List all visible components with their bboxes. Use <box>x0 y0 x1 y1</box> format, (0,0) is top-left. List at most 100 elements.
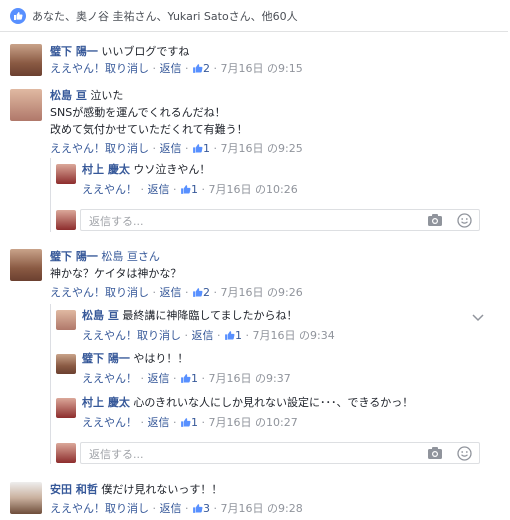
avatar[interactable] <box>56 310 76 330</box>
avatar[interactable] <box>10 44 42 76</box>
mention-link[interactable]: 松島 亘さん <box>101 250 160 263</box>
unlike-link[interactable]: 取り消し <box>137 329 181 342</box>
comment-timestamp[interactable]: 7月16日 の10:27 <box>209 416 298 429</box>
thumbs-up-icon[interactable] <box>180 183 191 200</box>
reply-link[interactable]: 返信 <box>160 62 182 75</box>
like-link[interactable]: ええやん！ <box>50 286 105 299</box>
comment-text: 心のきれいな人にしか見れない設定に･･･、できるかっ！ <box>133 396 414 409</box>
thumbs-up-icon[interactable] <box>224 329 235 346</box>
comment-actions: ええやん！ · 返信 · 1 · 7月16日 の9:37 <box>82 370 462 389</box>
thumbs-up-icon[interactable] <box>192 142 203 159</box>
avatar <box>56 443 76 463</box>
reply-link[interactable]: 返信 <box>148 372 170 385</box>
like-count[interactable]: 1 <box>191 183 198 196</box>
avatar[interactable] <box>10 482 42 514</box>
comment-author[interactable]: 松島 亘 <box>82 309 119 322</box>
thumbs-up-icon[interactable] <box>192 502 203 519</box>
like-count[interactable]: 1 <box>191 416 198 429</box>
comment-timestamp[interactable]: 7月16日 の9:37 <box>209 372 291 385</box>
reply-link[interactable]: 返信 <box>160 286 182 299</box>
comment-text: やはり！！ <box>133 352 189 365</box>
like-count[interactable]: 1 <box>203 142 210 155</box>
like-link[interactable]: ええやん！ <box>50 62 105 75</box>
comment-actions: ええやん！ · 返信 · 1 · 7月16日 の10:26 <box>82 181 482 200</box>
comment-actions: ええやん！取り消し · 返信 · 3 · 7月16日 の9:28 <box>50 500 490 519</box>
comment-timestamp[interactable]: 7月16日 の10:26 <box>209 183 298 196</box>
reply-link[interactable]: 返信 <box>148 183 170 196</box>
like-count[interactable]: 1 <box>235 329 242 342</box>
reply-input[interactable] <box>87 212 391 230</box>
reply-thread <box>50 158 51 232</box>
comment-author[interactable]: 璧下 陽一 <box>82 352 130 365</box>
comment-author[interactable]: 璧下 陽一 <box>50 45 98 58</box>
unlike-link[interactable]: 取り消し <box>105 142 149 155</box>
chevron-down-icon[interactable] <box>472 312 484 325</box>
comment-author[interactable]: 安田 和哲 <box>50 483 98 496</box>
camera-icon[interactable] <box>427 213 443 230</box>
comment-text: いいブログですね <box>101 45 190 58</box>
comment-text: 僕だけ見れないっす！！ <box>101 483 223 496</box>
unlike-link[interactable]: 取り消し <box>105 62 149 75</box>
comment-actions: ええやん！取り消し · 返信 · 2 · 7月16日 の9:26 <box>50 284 490 303</box>
comment: 璧下 陽一 松島 亘さん 神かな？ケイタは神かな？ ええやん！取り消し · 返信… <box>50 248 490 303</box>
avatar[interactable] <box>56 354 76 374</box>
comment-text: 神かな？ケイタは神かな？ <box>50 267 182 280</box>
avatar <box>56 210 76 230</box>
comment-author[interactable]: 村上 慶太 <box>82 396 130 409</box>
comment: 松島 亘 泣いた SNSが感動を運んでくれるんだね！ 改めて気付かせていただくれ… <box>50 87 490 159</box>
reply: 村上 慶太 心のきれいな人にしか見れない設定に･･･、できるかっ！ ええやん！ … <box>82 394 482 433</box>
reply-link[interactable]: 返信 <box>148 416 170 429</box>
like-summary-text[interactable]: あなた、奥ノ谷 圭祐さん、Yukari Satoさん、他60人 <box>32 8 298 24</box>
like-link[interactable]: ええやん！ <box>82 329 137 342</box>
reply-box <box>80 209 480 231</box>
like-link[interactable]: ええやん！ <box>82 416 137 429</box>
comment: 安田 和哲 僕だけ見れないっす！！ ええやん！取り消し · 返信 · 3 · 7… <box>50 481 490 519</box>
comment-text-line: 改めて気付かせていただくれて有難う！ <box>50 123 248 136</box>
thumbs-up-icon[interactable] <box>180 416 191 433</box>
reply-link[interactable]: 返信 <box>160 502 182 515</box>
thumbs-up-icon[interactable] <box>192 286 203 303</box>
comment-actions: ええやん！ · 返信 · 1 · 7月16日 の10:27 <box>82 414 482 433</box>
comment-text: 泣いた <box>90 89 124 102</box>
comment-actions: ええやん！取り消し · 返信 · 2 · 7月16日 の9:15 <box>50 60 490 79</box>
reply: 松島 亘 最終講に神降臨してましたからね！ ええやん！取り消し · 返信 · 1… <box>82 307 462 346</box>
comment-text: 最終講に神降臨してましたからね！ <box>122 309 298 322</box>
comment-author[interactable]: 村上 慶太 <box>82 163 130 176</box>
emoji-icon[interactable] <box>457 213 472 231</box>
reply-link[interactable]: 返信 <box>160 142 182 155</box>
reply-link[interactable]: 返信 <box>192 329 214 342</box>
comment-timestamp[interactable]: 7月16日 の9:28 <box>221 502 303 515</box>
avatar[interactable] <box>56 164 76 184</box>
comment-timestamp[interactable]: 7月16日 の9:34 <box>253 329 335 342</box>
like-count[interactable]: 3 <box>203 502 210 515</box>
comment-timestamp[interactable]: 7月16日 の9:15 <box>221 62 303 75</box>
like-link[interactable]: ええやん！ <box>82 372 137 385</box>
comment-author[interactable]: 松島 亘 <box>50 89 87 102</box>
unlike-link[interactable]: 取り消し <box>105 286 149 299</box>
comment-author[interactable]: 璧下 陽一 <box>50 250 98 263</box>
like-count[interactable]: 2 <box>203 62 210 75</box>
unlike-link[interactable]: 取り消し <box>105 502 149 515</box>
like-link[interactable]: ええやん！ <box>50 502 105 515</box>
thumbs-up-icon[interactable] <box>192 62 203 79</box>
comment-timestamp[interactable]: 7月16日 の9:25 <box>221 142 303 155</box>
avatar[interactable] <box>10 249 42 281</box>
reply: 村上 慶太 ウソ泣きやん！ ええやん！ · 返信 · 1 · 7月16日 の10… <box>82 161 482 200</box>
reply: 璧下 陽一 やはり！！ ええやん！ · 返信 · 1 · 7月16日 の9:37 <box>82 350 462 389</box>
comment-timestamp[interactable]: 7月16日 の9:26 <box>221 286 303 299</box>
like-link[interactable]: ええやん！ <box>50 142 105 155</box>
comment-text: ウソ泣きやん！ <box>133 163 211 176</box>
avatar[interactable] <box>56 398 76 418</box>
reply-thread <box>50 304 51 464</box>
like-count[interactable]: 1 <box>191 372 198 385</box>
comment-text-line: SNSが感動を運んでくれるんだね！ <box>50 106 226 119</box>
thumbs-up-icon[interactable] <box>180 372 191 389</box>
like-summary: あなた、奥ノ谷 圭祐さん、Yukari Satoさん、他60人 <box>0 0 508 32</box>
reply-input[interactable] <box>87 445 391 463</box>
avatar[interactable] <box>10 89 42 121</box>
like-count[interactable]: 2 <box>203 286 210 299</box>
like-link[interactable]: ええやん！ <box>82 183 137 196</box>
camera-icon[interactable] <box>427 446 443 463</box>
comment-actions: ええやん！取り消し · 返信 · 1 · 7月16日 の9:25 <box>50 140 490 159</box>
emoji-icon[interactable] <box>457 446 472 464</box>
